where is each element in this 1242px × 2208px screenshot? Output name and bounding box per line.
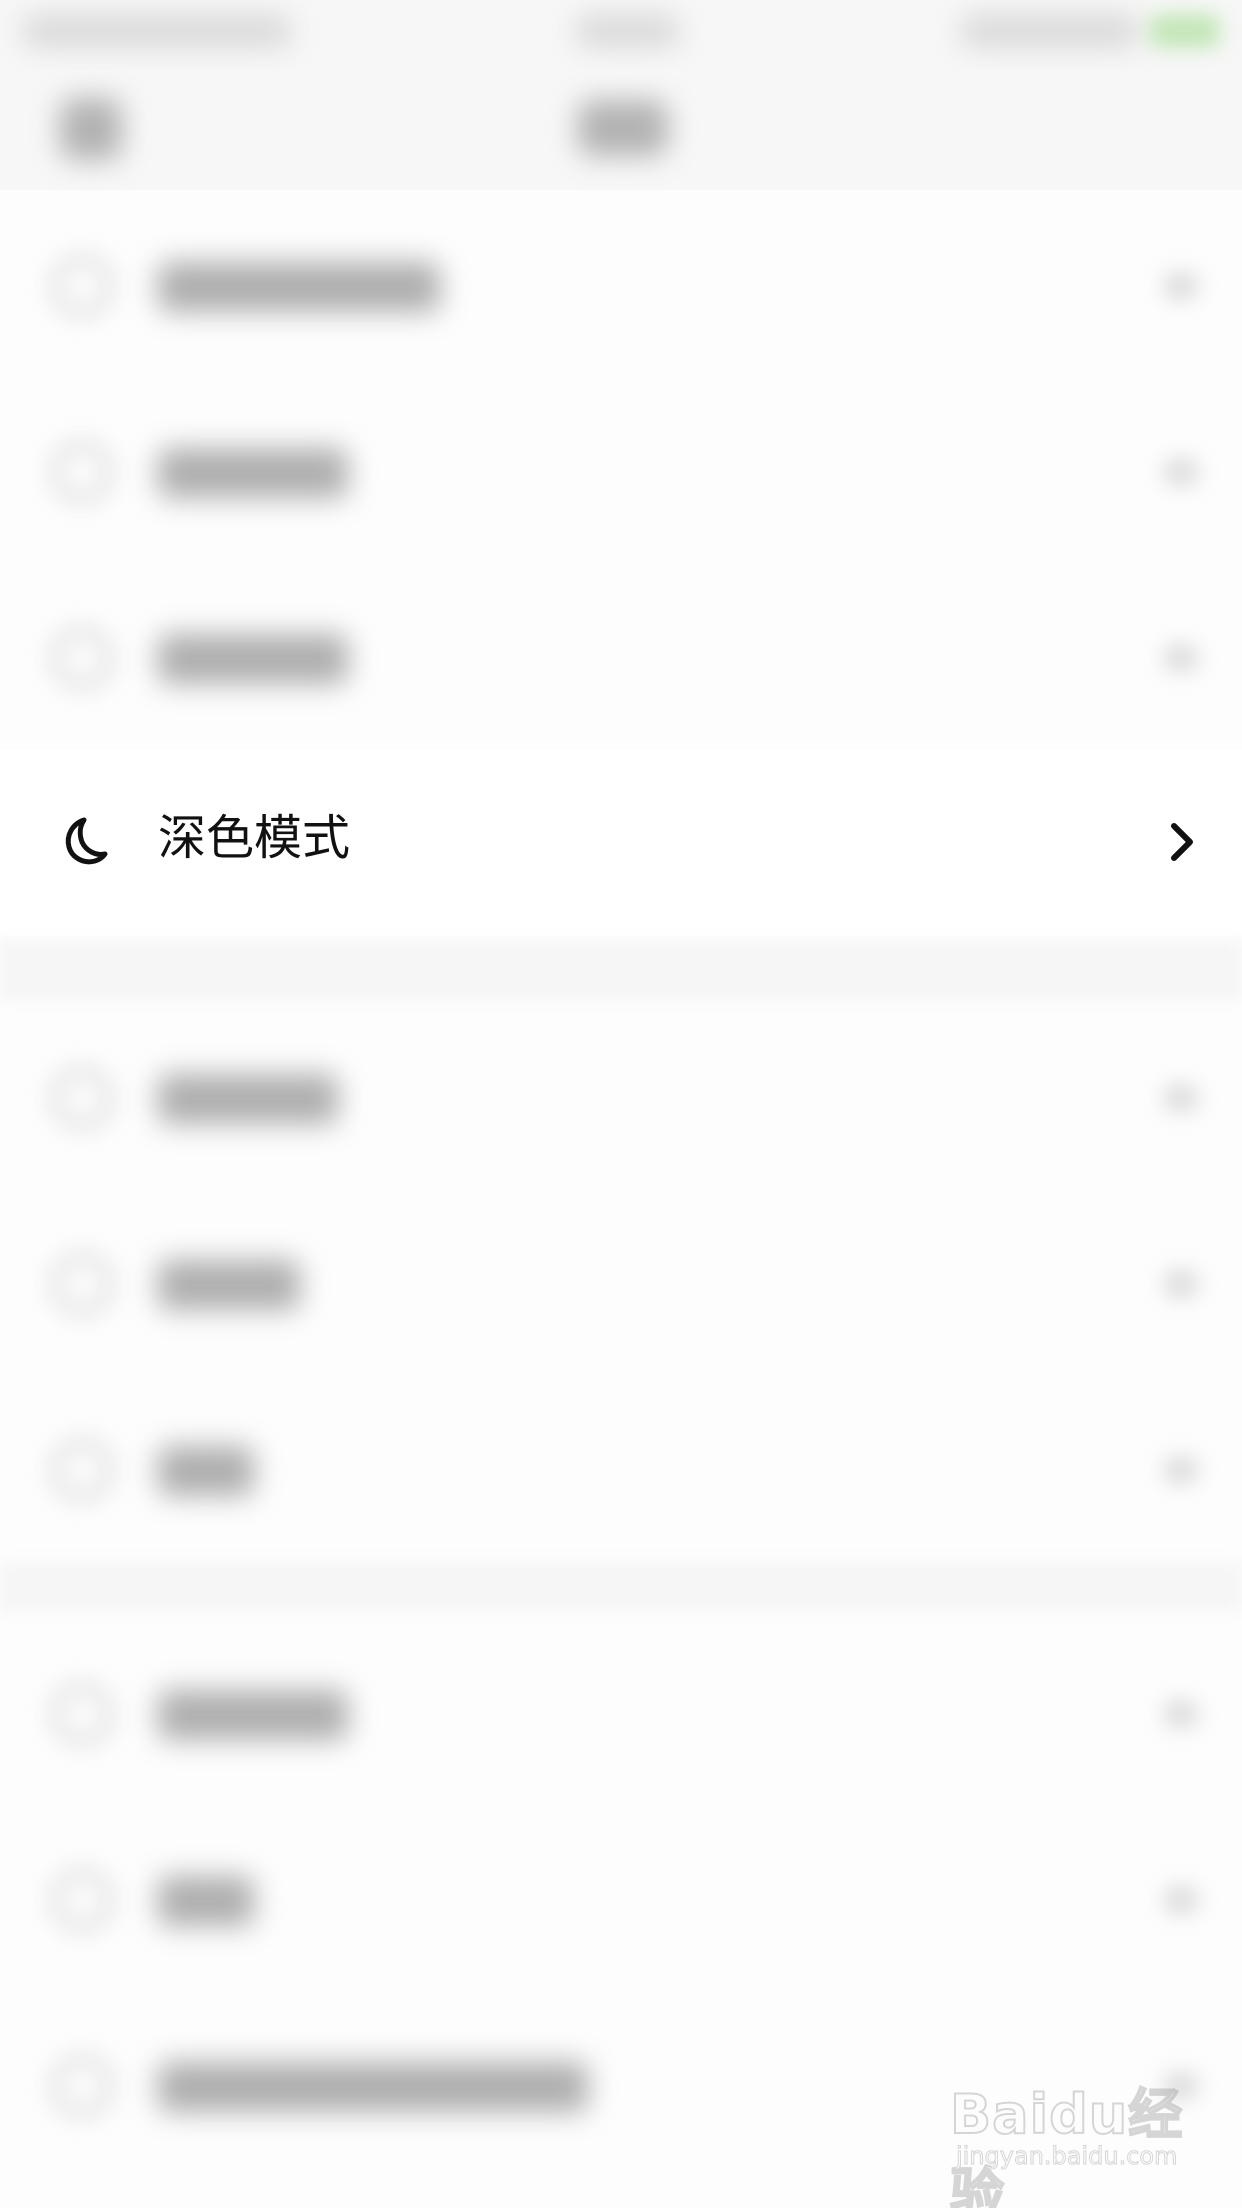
chevron-right-icon xyxy=(1164,458,1198,486)
row-label-blurred xyxy=(158,1690,348,1740)
row-label-blurred xyxy=(158,448,348,498)
chevron-right-icon xyxy=(1171,823,1193,861)
row-icon xyxy=(52,628,112,688)
status-time-blurred xyxy=(575,14,680,48)
settings-row-blurred[interactable] xyxy=(0,1376,1242,1562)
section-divider xyxy=(0,940,1242,1000)
settings-row-blurred[interactable] xyxy=(0,1190,1242,1376)
row-icon xyxy=(52,1440,112,1500)
chevron-right-icon xyxy=(1164,1700,1198,1728)
chevron-right-icon xyxy=(1164,1456,1198,1484)
status-carrier-blurred xyxy=(22,14,292,48)
chevron-right-icon xyxy=(1164,1886,1198,1914)
row-icon xyxy=(52,256,112,316)
chevron-right-icon xyxy=(1164,1270,1198,1298)
row-icon xyxy=(52,2056,112,2116)
section-divider xyxy=(0,1562,1242,1612)
page-title-blurred xyxy=(578,100,668,156)
row-label-blurred xyxy=(158,1074,338,1124)
settings-row-blurred[interactable] xyxy=(0,378,1242,564)
watermark-brand: Baidu经验 xyxy=(949,2082,1184,2208)
chevron-right-icon xyxy=(1164,272,1198,300)
row-label-blurred xyxy=(158,1260,300,1310)
row-icon xyxy=(52,1068,112,1128)
status-bar xyxy=(0,0,1242,70)
back-icon[interactable] xyxy=(60,98,122,160)
settings-screen: 深色模式 Baidu经验 jingyan.baidu.com xyxy=(0,0,1242,2208)
row-label-blurred xyxy=(158,634,348,684)
navigation-bar xyxy=(0,70,1242,190)
watermark-url: jingyan.baidu.com xyxy=(955,2142,1178,2171)
battery-icon xyxy=(1150,14,1220,48)
row-label-blurred xyxy=(158,2062,588,2112)
settings-row-blurred[interactable] xyxy=(0,1620,1242,1806)
row-icon xyxy=(52,1254,112,1314)
row-label-blurred xyxy=(158,262,440,312)
moon-icon xyxy=(54,814,110,870)
row-label-blurred xyxy=(158,1876,254,1926)
row-icon xyxy=(52,442,112,502)
settings-row-blurred[interactable] xyxy=(0,1806,1242,1992)
row-icon xyxy=(52,1684,112,1744)
settings-row-blurred[interactable] xyxy=(0,192,1242,378)
dark-mode-label: 深色模式 xyxy=(158,810,351,866)
chevron-right-icon xyxy=(1164,1084,1198,1112)
settings-row-blurred[interactable] xyxy=(0,1004,1242,1190)
watermark: Baidu经验 jingyan.baidu.com xyxy=(949,2070,1210,2208)
status-icons-blurred xyxy=(960,14,1140,48)
row-icon xyxy=(52,1870,112,1930)
settings-row-blurred[interactable] xyxy=(0,564,1242,750)
chevron-right-icon xyxy=(1164,644,1198,672)
row-label-blurred xyxy=(158,1446,254,1496)
